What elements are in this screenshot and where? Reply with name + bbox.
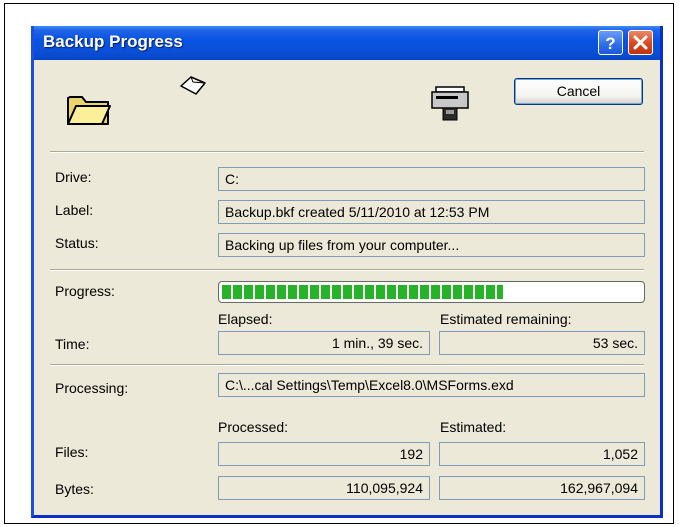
estimated-header: Estimated: <box>440 419 507 435</box>
progress-bar <box>218 281 645 303</box>
cancel-button[interactable]: Cancel <box>514 78 643 105</box>
close-button[interactable] <box>628 30 653 55</box>
separator <box>50 364 644 366</box>
drive-label: Drive: <box>55 169 92 185</box>
progress-label: Progress: <box>55 283 115 299</box>
status-field: Backing up files from your computer... <box>218 233 645 257</box>
elapsed-field: 1 min., 39 sec. <box>218 331 430 355</box>
elapsed-header: Elapsed: <box>218 311 273 327</box>
label-label: Label: <box>55 202 94 218</box>
backup-drive-icon <box>431 86 469 121</box>
label-field: Backup.bkf created 5/11/2010 at 12:53 PM <box>218 200 645 224</box>
bytes-estimated-field: 162,967,094 <box>439 476 645 500</box>
status-label: Status: <box>55 235 99 251</box>
bytes-label: Bytes: <box>55 481 94 497</box>
help-icon: ? <box>605 34 615 53</box>
remaining-header: Estimated remaining: <box>440 311 572 327</box>
flying-document-icon <box>180 76 206 95</box>
progress-bar-fill <box>222 285 503 299</box>
bytes-processed-field: 110,095,924 <box>218 476 430 500</box>
window-title: Backup Progress <box>43 32 183 51</box>
help-button[interactable]: ? <box>598 30 623 55</box>
separator <box>50 151 644 153</box>
backup-progress-dialog: Backup Progress ? Cancel Drive: C: Label… <box>31 26 663 518</box>
time-label: Time: <box>55 336 90 352</box>
remaining-field: 53 sec. <box>439 331 645 355</box>
svg-text:?: ? <box>605 34 615 53</box>
title-bar[interactable]: Backup Progress ? <box>34 26 660 60</box>
close-icon <box>633 35 648 50</box>
drive-field: C: <box>218 167 645 191</box>
processing-field: C:\...cal Settings\Temp\Excel8.0\MSForms… <box>218 373 645 397</box>
files-label: Files: <box>55 444 89 460</box>
separator <box>50 269 644 271</box>
files-processed-field: 192 <box>218 442 430 466</box>
folder-icon <box>67 96 111 125</box>
processed-header: Processed: <box>218 419 289 435</box>
files-estimated-field: 1,052 <box>439 442 645 466</box>
processing-label: Processing: <box>55 380 129 396</box>
